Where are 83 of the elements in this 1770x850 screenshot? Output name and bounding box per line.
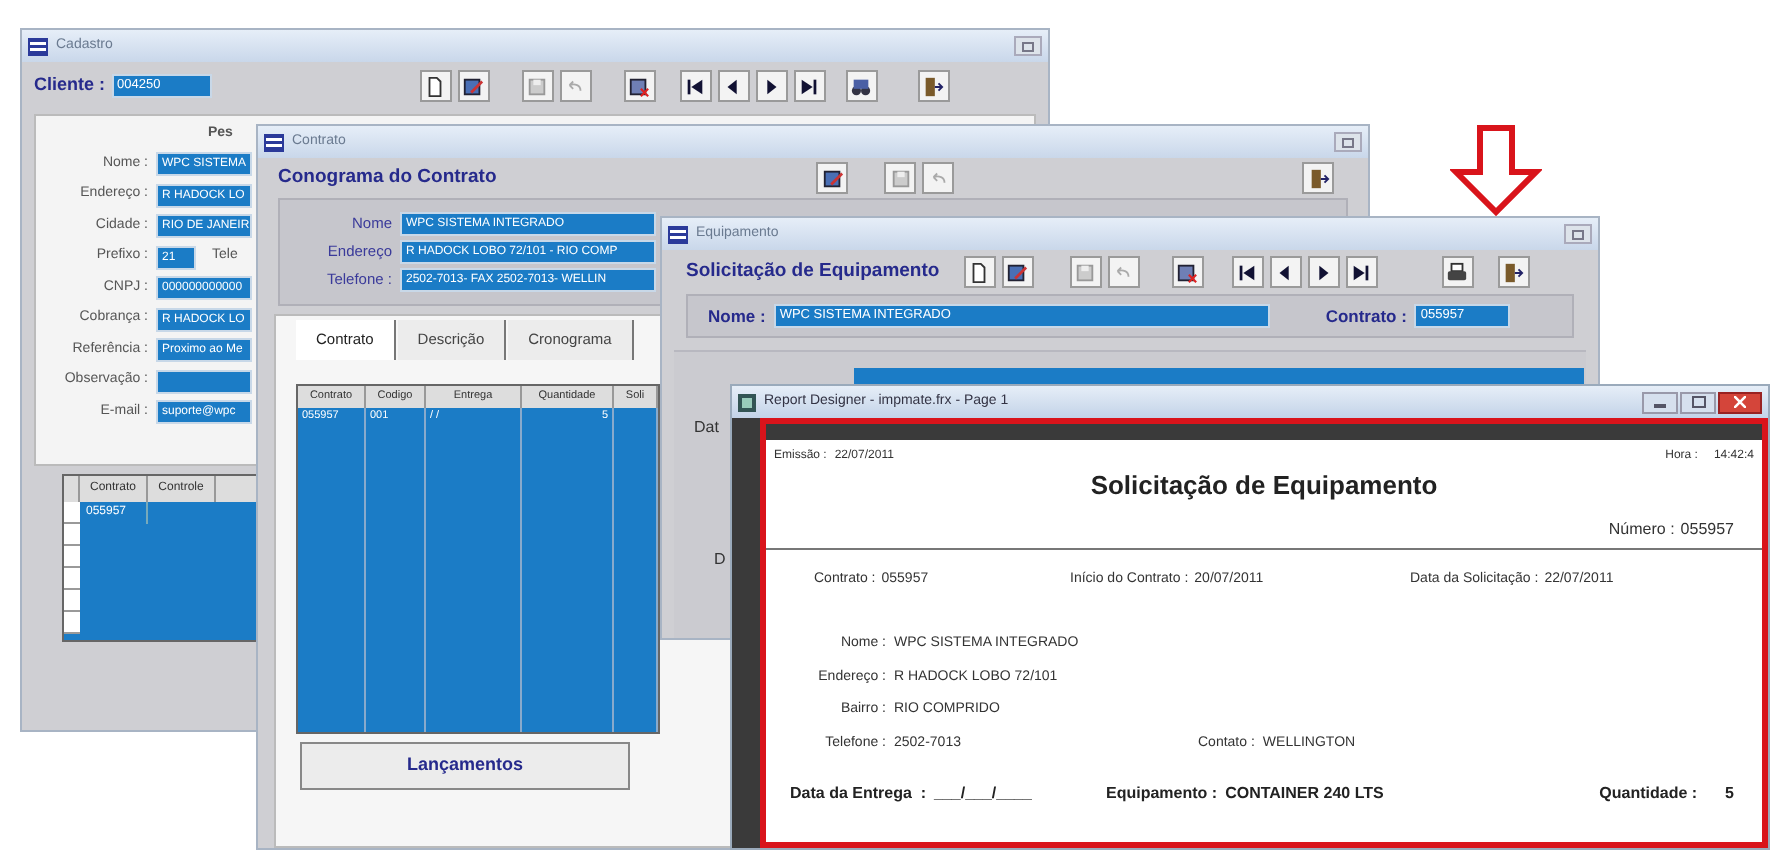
previous-button[interactable]: [1269, 256, 1302, 288]
previous-button[interactable]: [717, 70, 750, 102]
save-icon: [1074, 261, 1097, 283]
edit-button[interactable]: [1001, 256, 1034, 288]
search-button[interactable]: [845, 70, 878, 102]
down-arrow-icon: [1450, 124, 1542, 216]
report-label: Data da Entrega :: [790, 782, 927, 806]
next-button[interactable]: [755, 70, 788, 102]
exit-icon: [1307, 167, 1330, 189]
edit-icon: [821, 167, 844, 189]
last-button[interactable]: [793, 70, 826, 102]
document-icon: [968, 261, 991, 283]
close-icon: [1734, 396, 1746, 408]
app-icon: [668, 225, 688, 243]
exit-icon: [1502, 261, 1525, 283]
exit-button[interactable]: [1302, 162, 1335, 194]
print-button[interactable]: [1441, 256, 1474, 288]
delete-button[interactable]: [1171, 256, 1204, 288]
restore-button[interactable]: [1334, 132, 1362, 152]
field-label: Dat: [694, 416, 719, 440]
restore-icon: [1342, 137, 1354, 147]
last-button[interactable]: [1345, 256, 1378, 288]
edit-icon: [1006, 261, 1029, 283]
maximize-icon: [1691, 396, 1705, 408]
app-icon: [28, 37, 48, 55]
exit-button[interactable]: [1497, 256, 1530, 288]
delete-icon: [1176, 261, 1199, 283]
undo-icon: [927, 167, 950, 189]
maximize-button[interactable]: [1680, 391, 1716, 413]
cliente-label: Cliente :: [34, 72, 106, 99]
window-heading: Conograma do Contrato: [278, 163, 497, 192]
save-icon: [889, 167, 912, 189]
report-value: ___/___/____: [934, 782, 1032, 806]
binoculars-icon: [850, 75, 873, 97]
report-label: Número :: [1608, 517, 1675, 541]
first-icon: [1236, 261, 1259, 283]
edit-icon: [462, 75, 485, 97]
restore-button[interactable]: [1014, 36, 1042, 56]
minimize-icon: [1654, 403, 1666, 407]
field-label: Contrato :: [1325, 303, 1407, 329]
report-label: Quantidade :: [1599, 782, 1698, 806]
window-heading: Solicitação de Equipamento: [686, 257, 940, 286]
document-icon: [424, 75, 447, 97]
undo-button[interactable]: [922, 162, 955, 194]
restore-button[interactable]: [1564, 224, 1592, 244]
first-button[interactable]: [1231, 256, 1264, 288]
report-value: CONTAINER 240 LTS: [1225, 782, 1384, 806]
report-value: 5: [1725, 782, 1734, 806]
save-icon: [526, 75, 549, 97]
first-button[interactable]: [679, 70, 712, 102]
report-title: Solicitação de Equipamento: [1090, 468, 1438, 504]
app-icon: [264, 133, 284, 151]
exit-icon: [922, 75, 945, 97]
field-label: Nome :: [708, 303, 766, 329]
edit-button[interactable]: [457, 70, 490, 102]
report-label: Equipamento :: [1106, 782, 1218, 806]
field-label: D: [714, 548, 726, 572]
save-button[interactable]: [884, 162, 917, 194]
save-button[interactable]: [521, 70, 554, 102]
undo-icon: [564, 75, 587, 97]
undo-button[interactable]: [1107, 256, 1140, 288]
close-button[interactable]: [1718, 391, 1762, 413]
last-icon: [1350, 261, 1373, 283]
report-icon: [738, 393, 756, 411]
printer-icon: [1446, 261, 1469, 283]
save-button[interactable]: [1069, 256, 1102, 288]
minimize-button[interactable]: [1642, 391, 1678, 413]
exit-button[interactable]: [917, 70, 950, 102]
next-button[interactable]: [1307, 256, 1340, 288]
delete-button[interactable]: [623, 70, 656, 102]
first-icon: [684, 75, 707, 97]
new-button[interactable]: [419, 70, 452, 102]
text-field[interactable]: [156, 369, 252, 393]
new-button[interactable]: [963, 256, 996, 288]
report-value: 055957: [1680, 517, 1734, 541]
undo-button[interactable]: [559, 70, 592, 102]
delete-icon: [628, 75, 651, 97]
undo-icon: [1112, 261, 1135, 283]
restore-icon: [1022, 41, 1034, 51]
edit-button[interactable]: [816, 162, 849, 194]
last-icon: [798, 75, 821, 97]
lancamentos-button[interactable]: Lançamentos: [300, 742, 630, 790]
restore-icon: [1572, 229, 1584, 239]
